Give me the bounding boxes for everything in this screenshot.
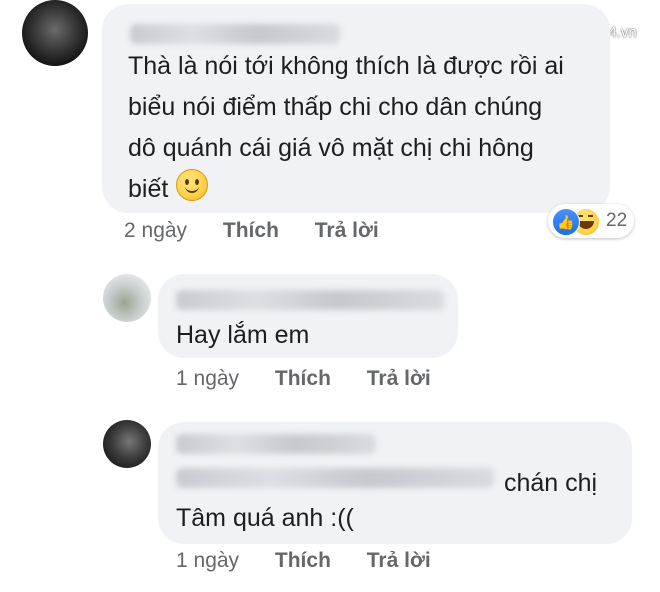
- comment-text-line: biểu nói điểm thấp chi cho dân chúng: [128, 93, 543, 121]
- reply-button[interactable]: Trả lời: [315, 219, 379, 242]
- reply-button[interactable]: Trả lời: [367, 549, 431, 572]
- blurred-author-name[interactable]: [130, 24, 340, 44]
- comment-text-line: dô quánh cái giá vô mặt chị chi hông: [128, 134, 534, 162]
- blurred-author-name[interactable]: [176, 434, 376, 454]
- like-icon: 👍: [552, 208, 580, 236]
- comment-text: chán chị: [504, 469, 598, 497]
- comment-timestamp[interactable]: 1 ngày: [176, 367, 239, 390]
- like-button[interactable]: Thích: [275, 367, 331, 390]
- avatar[interactable]: [103, 420, 151, 468]
- reply-button[interactable]: Trả lời: [367, 367, 431, 390]
- comment-text: Thà là nói tới không thích là được rồi a…: [128, 46, 564, 210]
- comment-timestamp[interactable]: 2 ngày: [124, 219, 187, 242]
- comment-actions: 1 ngày Thích Trả lời: [176, 367, 461, 391]
- avatar[interactable]: [103, 274, 151, 322]
- reaction-count: 22: [606, 210, 628, 231]
- comment-actions: 2 ngày Thích Trả lời: [124, 219, 409, 243]
- blurred-mention-tag[interactable]: [176, 468, 494, 488]
- blurred-author-name[interactable]: [176, 290, 444, 310]
- like-button[interactable]: Thích: [275, 549, 331, 572]
- comment-text: Tâm quá anh :((: [176, 504, 354, 532]
- avatar[interactable]: [22, 0, 88, 66]
- comment-text-line: Thà là nói tới không thích là được rồi a…: [128, 52, 564, 80]
- comment-timestamp[interactable]: 1 ngày: [176, 549, 239, 572]
- comment-text-line: biết: [128, 175, 169, 203]
- comment-text: Hay lắm em: [176, 321, 310, 349]
- comment-actions: 1 ngày Thích Trả lời: [176, 549, 461, 573]
- reactions-summary[interactable]: 👍 22: [548, 204, 634, 238]
- smiling-face-icon: [176, 169, 209, 201]
- like-button[interactable]: Thích: [223, 219, 279, 242]
